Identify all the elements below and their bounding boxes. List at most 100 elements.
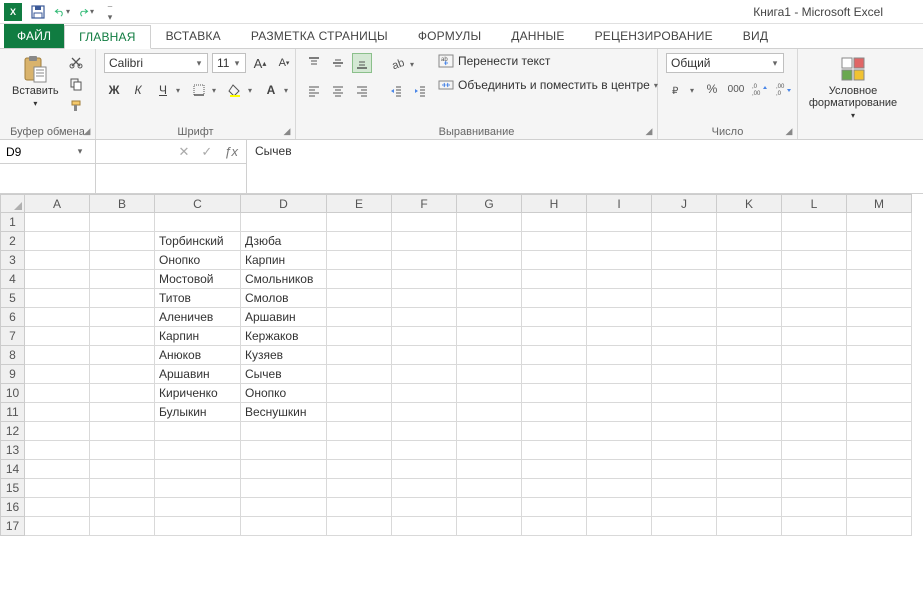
column-header[interactable]: F: [392, 195, 457, 213]
align-left-button[interactable]: [304, 81, 324, 101]
cell[interactable]: [717, 422, 782, 441]
fill-color-button[interactable]: ▾: [224, 79, 256, 101]
formula-input[interactable]: Сычев: [246, 140, 923, 193]
cell[interactable]: [155, 422, 241, 441]
bold-button[interactable]: Ж: [104, 80, 124, 100]
cell[interactable]: [25, 251, 90, 270]
cell[interactable]: [90, 251, 155, 270]
cell[interactable]: [155, 213, 241, 232]
cell[interactable]: [847, 422, 912, 441]
cell[interactable]: Кириченко: [155, 384, 241, 403]
cell[interactable]: [782, 384, 847, 403]
cell[interactable]: [392, 498, 457, 517]
italic-button[interactable]: К: [128, 80, 148, 100]
percent-button[interactable]: %: [702, 79, 722, 99]
cell[interactable]: [587, 327, 652, 346]
cell[interactable]: [457, 384, 522, 403]
cell[interactable]: [522, 270, 587, 289]
cell[interactable]: [90, 517, 155, 536]
row-header[interactable]: 16: [1, 498, 25, 517]
column-header[interactable]: L: [782, 195, 847, 213]
fx-icon[interactable]: ƒx: [224, 144, 238, 159]
cell[interactable]: [522, 517, 587, 536]
cell[interactable]: [782, 460, 847, 479]
cell[interactable]: [90, 422, 155, 441]
align-center-button[interactable]: [328, 81, 348, 101]
formula-cancel-button[interactable]: ✕: [178, 144, 189, 160]
column-header[interactable]: E: [327, 195, 392, 213]
cell[interactable]: [327, 270, 392, 289]
cell[interactable]: [587, 346, 652, 365]
cell[interactable]: [392, 213, 457, 232]
cell[interactable]: [327, 308, 392, 327]
cell[interactable]: [717, 213, 782, 232]
cell[interactable]: [327, 517, 392, 536]
cell[interactable]: [457, 422, 522, 441]
cell[interactable]: [522, 232, 587, 251]
cell[interactable]: [717, 498, 782, 517]
cell[interactable]: [782, 327, 847, 346]
font-color-button[interactable]: A▾: [260, 79, 292, 101]
row-header[interactable]: 12: [1, 422, 25, 441]
save-button[interactable]: [30, 4, 46, 20]
cell[interactable]: [392, 308, 457, 327]
increase-decimal-button[interactable]: ,0,00: [750, 79, 770, 99]
cell[interactable]: [847, 346, 912, 365]
cell[interactable]: [782, 232, 847, 251]
cell[interactable]: [457, 365, 522, 384]
cell[interactable]: [522, 479, 587, 498]
cell[interactable]: [25, 327, 90, 346]
align-bottom-button[interactable]: [352, 53, 372, 73]
tab-page-layout[interactable]: РАЗМЕТКА СТРАНИЦЫ: [236, 24, 403, 48]
conditional-formatting-button[interactable]: Условноеформатирование ▾: [805, 53, 901, 124]
decrease-indent-button[interactable]: [386, 81, 406, 101]
qat-customize-button[interactable]: ⎯▾: [102, 4, 118, 20]
cell[interactable]: [241, 213, 327, 232]
cell[interactable]: [155, 498, 241, 517]
cell[interactable]: [90, 479, 155, 498]
cell[interactable]: Сычев: [241, 365, 327, 384]
cell[interactable]: [90, 289, 155, 308]
row-header[interactable]: 6: [1, 308, 25, 327]
clipboard-dialog-launcher[interactable]: ◢: [81, 125, 93, 137]
cell[interactable]: Аленичев: [155, 308, 241, 327]
column-header[interactable]: C: [155, 195, 241, 213]
cell[interactable]: [25, 403, 90, 422]
column-header[interactable]: K: [717, 195, 782, 213]
cell[interactable]: [457, 289, 522, 308]
cell[interactable]: [847, 403, 912, 422]
cell[interactable]: [90, 308, 155, 327]
cell[interactable]: [392, 441, 457, 460]
cell[interactable]: [522, 460, 587, 479]
row-header[interactable]: 7: [1, 327, 25, 346]
cell[interactable]: [522, 365, 587, 384]
cell[interactable]: [241, 517, 327, 536]
font-name-combo[interactable]: Calibri▾: [104, 53, 208, 73]
cell[interactable]: Карпин: [155, 327, 241, 346]
cell[interactable]: [652, 365, 717, 384]
cell[interactable]: [587, 289, 652, 308]
increase-indent-button[interactable]: [410, 81, 430, 101]
name-box-dropdown[interactable]: ▾: [70, 146, 90, 157]
cell[interactable]: [717, 441, 782, 460]
accounting-format-button[interactable]: ₽▾: [666, 79, 698, 101]
cell[interactable]: [25, 270, 90, 289]
cell[interactable]: [782, 251, 847, 270]
cell[interactable]: [587, 460, 652, 479]
cell[interactable]: [652, 479, 717, 498]
cell[interactable]: [847, 251, 912, 270]
cell[interactable]: [782, 346, 847, 365]
cell[interactable]: [90, 327, 155, 346]
cell[interactable]: [90, 270, 155, 289]
cell[interactable]: [587, 213, 652, 232]
cell[interactable]: [847, 327, 912, 346]
cell[interactable]: [25, 498, 90, 517]
cell[interactable]: [457, 251, 522, 270]
cell[interactable]: [782, 365, 847, 384]
cell[interactable]: [782, 517, 847, 536]
align-top-button[interactable]: [304, 53, 324, 73]
tab-view[interactable]: ВИД: [728, 24, 783, 48]
cell[interactable]: [652, 422, 717, 441]
cell[interactable]: [392, 289, 457, 308]
cell[interactable]: [90, 441, 155, 460]
